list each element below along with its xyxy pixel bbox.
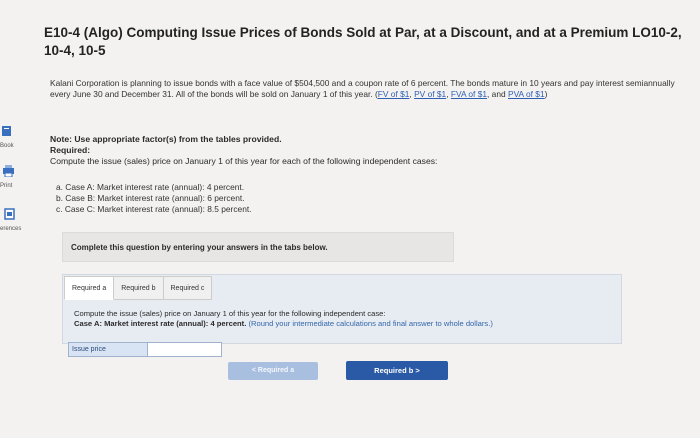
- instruction-box: Complete this question by entering your …: [62, 232, 454, 262]
- print-icon: [2, 164, 38, 182]
- sidebar-item-label: erences: [0, 226, 22, 232]
- cases-list: a. Case A: Market interest rate (annual)…: [56, 182, 252, 214]
- fv-table-link[interactable]: FV of $1: [378, 89, 410, 99]
- sidebar-item-print[interactable]: Print: [0, 164, 38, 189]
- problem-intro: Kalani Corporation is planning to issue …: [50, 78, 675, 99]
- instruction-text: Complete this question by entering your …: [71, 243, 328, 252]
- sidebar-item-label: Print: [0, 183, 13, 189]
- tab-required-c[interactable]: Required c: [163, 276, 213, 300]
- sidebar-item-label: Book: [0, 143, 14, 149]
- previous-tab-button[interactable]: < Required a: [228, 362, 318, 380]
- sidebar-item-references[interactable]: erences: [0, 207, 38, 232]
- issue-price-input[interactable]: [147, 343, 221, 356]
- next-tab-button[interactable]: Required b >: [346, 361, 448, 380]
- fva-table-link[interactable]: FVA of $1: [451, 89, 487, 99]
- problem-title: E10-4 (Algo) Computing Issue Prices of B…: [44, 25, 682, 58]
- note-block: Note: Use appropriate factor(s) from the…: [50, 134, 437, 167]
- panel-case-text: Case A: Market interest rate (annual): 4…: [74, 318, 247, 328]
- issue-price-label: Issue price: [69, 343, 147, 356]
- sidebar: Book Print erences: [0, 0, 38, 438]
- book-icon: [2, 124, 38, 142]
- tab-required-a[interactable]: Required a: [64, 276, 115, 300]
- sidebar-item-book[interactable]: Book: [0, 124, 38, 149]
- note-text: Note: Use appropriate factor(s) from the…: [50, 134, 282, 144]
- panel-question: Compute the issue (sales) price on Janua…: [74, 309, 634, 328]
- pva-table-link[interactable]: PVA of $1: [508, 89, 545, 99]
- tab-required-b[interactable]: Required b: [114, 276, 164, 300]
- case-b: b. Case B: Market interest rate (annual)…: [56, 192, 245, 203]
- panel-rounding-hint: (Round your intermediate calculations an…: [248, 318, 493, 328]
- required-text: Compute the issue (sales) price on Janua…: [50, 156, 438, 166]
- panel-line1: Compute the issue (sales) price on Janua…: [74, 309, 386, 318]
- case-c: c. Case C: Market interest rate (annual)…: [56, 203, 252, 214]
- intro-text: Kalani Corporation is planning to issue …: [50, 78, 675, 99]
- tab-bar: Required a Required b Required c: [64, 276, 213, 300]
- pv-table-link[interactable]: PV of $1: [414, 89, 446, 99]
- case-a: a. Case A: Market interest rate (annual)…: [56, 182, 245, 192]
- required-label: Required:: [50, 145, 91, 155]
- answer-row: Issue price: [68, 342, 222, 357]
- references-icon: [2, 207, 38, 225]
